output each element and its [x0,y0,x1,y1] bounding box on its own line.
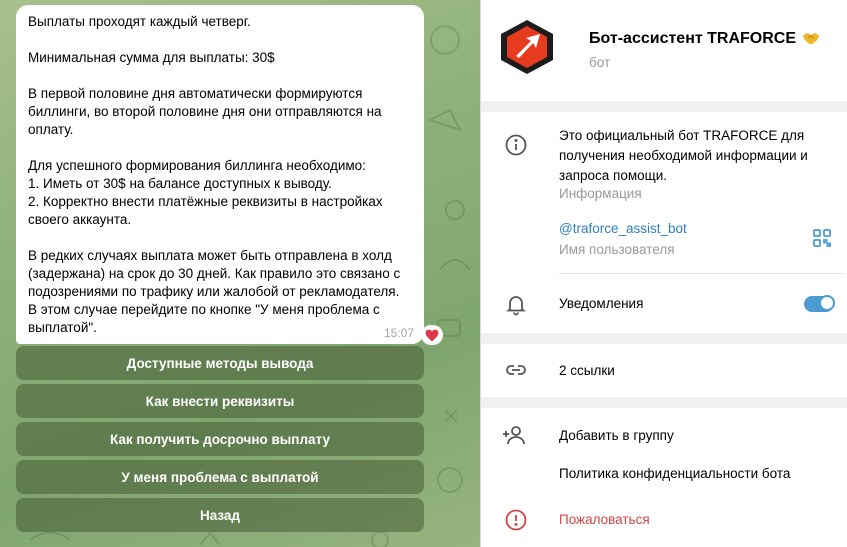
keyboard-button-add-requisites[interactable]: Как внести реквизиты [16,384,424,418]
message-line: выплатой". [28,320,97,335]
add-to-group-row[interactable]: Добавить в группу [481,408,847,454]
info-section: Это официальный бот TRAFORCE для получен… [481,112,847,333]
links-row[interactable]: 2 ссылки [481,344,847,397]
message-line [28,31,412,49]
about-text-line: запроса помощи. [559,168,668,183]
about-text-line: Это официальный бот TRAFORCE для [559,128,805,143]
about-label: Информация [559,186,642,201]
message-line: своего аккаунта. [28,212,132,227]
message-line [28,67,412,85]
links-label: 2 ссылки [559,363,615,378]
username-label: Имя пользователя [559,242,675,257]
message-line: В этом случае перейдите по кнопке "У мен… [28,302,380,317]
message-line: В первой половине дня автоматически форм… [28,86,363,101]
message-bubble: Выплаты проходят каждый четверг. Минимал… [16,5,424,344]
privacy-policy-row[interactable]: Политика конфиденциальности бота [481,454,847,494]
section-divider [559,273,844,274]
chat-pane: Выплаты проходят каждый четверг. Минимал… [0,0,480,547]
keyboard-button-payout-problem[interactable]: У меня проблема с выплатой [16,460,424,494]
add-user-icon [503,426,525,445]
heart-icon [425,329,439,341]
message-time: 15:07 [383,326,414,340]
about-text-line: получения необходимой информации и [559,148,808,163]
qr-code-icon[interactable] [812,228,832,248]
message-line: оплату. [28,122,74,137]
profile-name-text: Бот-ассистент TRAFORCE [589,30,797,47]
bot-avatar[interactable] [499,18,555,74]
keyboard-button-back[interactable]: Назад [16,498,424,532]
link-icon [506,365,526,375]
privacy-policy-label: Политика конфиденциальности бота [559,466,791,481]
report-label: Пожаловаться [559,512,650,527]
reaction-badge[interactable] [421,325,443,345]
message-line [28,139,412,157]
keyboard-button-withdrawal-methods[interactable]: Доступные методы вывода [16,346,424,380]
profile-name: Бот-ассистент TRAFORCE [589,30,820,48]
message-line: 1. Иметь от 30$ на балансе доступных к в… [28,176,332,191]
notifications-label: Уведомления [559,296,644,311]
username-link[interactable]: @traforce_assist_bot [559,221,687,236]
links-section: 2 ссылки [481,344,847,397]
actions-section: Добавить в группу Политика конфиденциаль… [481,408,847,547]
message-line: биллинги, во второй половине дня они отп… [28,104,382,119]
profile-header: Бот-ассистент TRAFORCE бот [481,0,847,101]
message-line: подозрениями по трафику или жалобой от р… [28,284,400,299]
message-line: 2. Корректно внести платёжные реквизиты … [28,194,383,209]
message-line: Выплаты проходят каждый четверг. [28,14,251,29]
message-line [28,229,412,247]
about-text: Это официальный бот TRAFORCE для получен… [559,126,808,186]
profile-subtitle: бот [589,55,611,70]
notifications-toggle[interactable] [804,295,835,312]
handshake-icon [803,32,820,44]
add-to-group-label: Добавить в группу [559,428,674,443]
report-row[interactable]: Пожаловаться [481,498,847,540]
message-line: Минимальная сумма для выплаты: 30$ [28,50,275,65]
report-icon [505,509,527,531]
message-text: Выплаты проходят каждый четверг. Минимал… [28,13,412,337]
profile-panel: Бот-ассистент TRAFORCE бот Это официальн… [481,0,847,547]
info-icon [505,134,527,156]
toggle-knob [819,295,835,311]
keyboard-button-early-payout[interactable]: Как получить досрочно выплату [16,422,424,456]
bell-icon [506,296,526,316]
message-line: Для успешного формирования биллинга необ… [28,158,366,173]
message-line: (задержана) на срок до 30 дней. Как прав… [28,266,401,281]
message-line: В редких случаях выплата может быть отпр… [28,248,392,263]
